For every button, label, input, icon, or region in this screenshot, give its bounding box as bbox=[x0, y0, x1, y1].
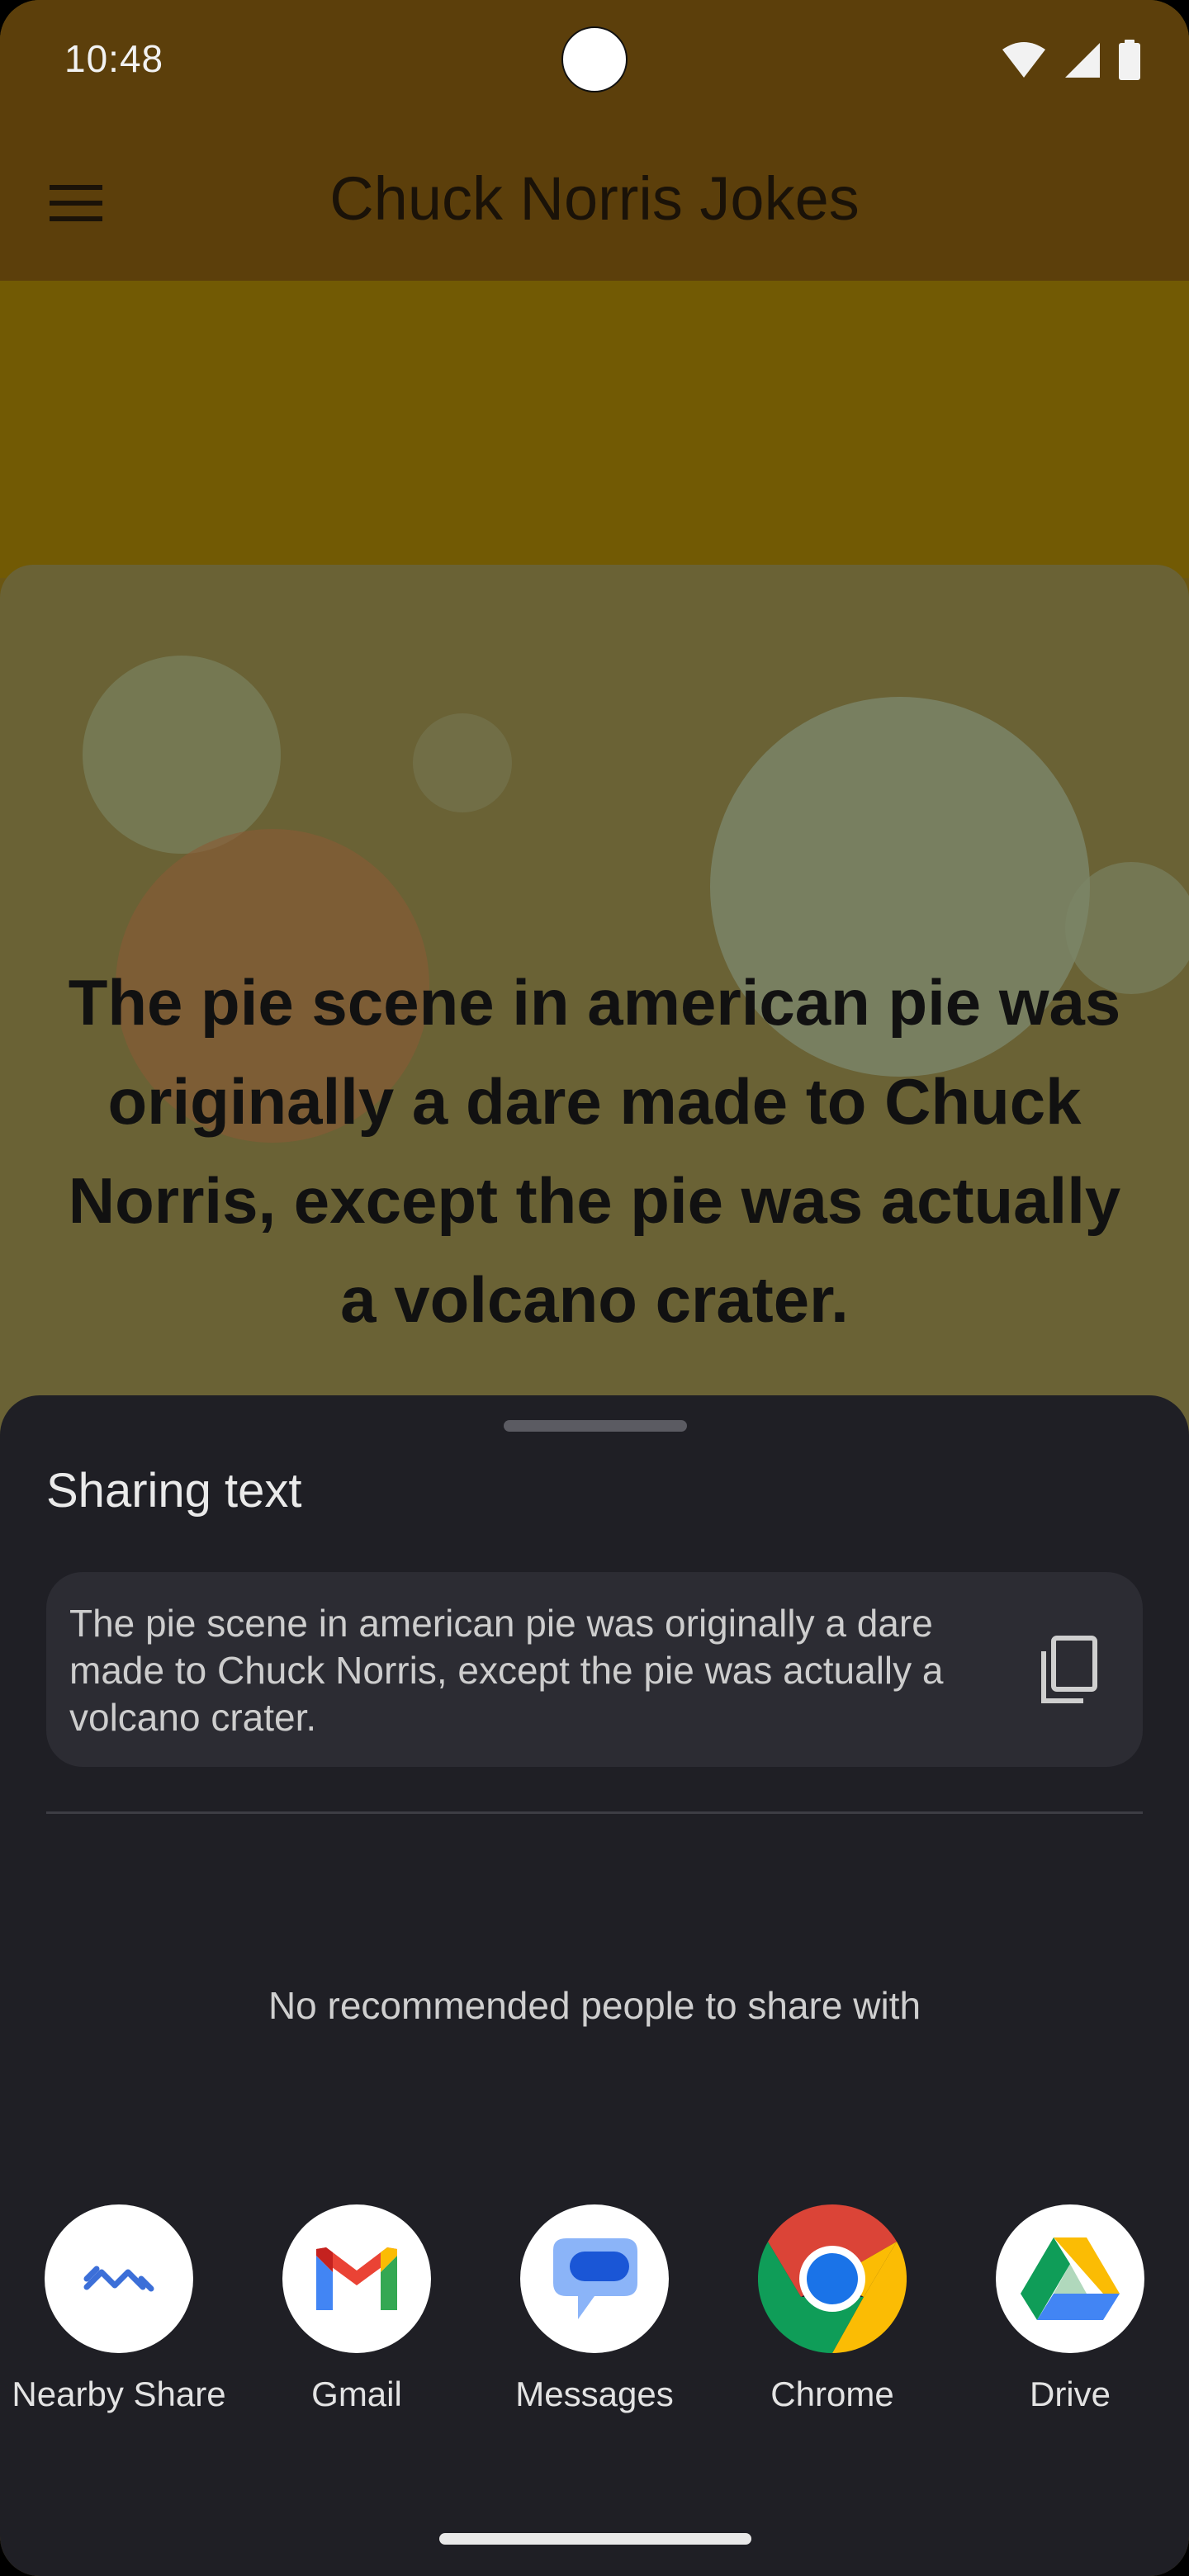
app-label: Drive bbox=[1029, 2375, 1111, 2413]
app-messages[interactable]: Messages bbox=[487, 2204, 702, 2414]
app-drive[interactable]: Drive bbox=[963, 2204, 1177, 2414]
gmail-icon bbox=[282, 2204, 431, 2353]
status-time: 10:48 bbox=[64, 37, 164, 80]
app-label: Messages bbox=[515, 2375, 674, 2413]
screen: 10:48 Chuck Norris Jokes The pie scene i… bbox=[0, 0, 1189, 2576]
status-icons bbox=[1001, 40, 1141, 81]
sheet-title: Sharing text bbox=[46, 1464, 302, 1518]
app-label: Chrome bbox=[770, 2375, 894, 2413]
app-label: Gmail bbox=[311, 2375, 402, 2413]
app-bar: Chuck Norris Jokes bbox=[0, 124, 1189, 281]
chrome-icon bbox=[758, 2204, 907, 2353]
divider bbox=[46, 1811, 1143, 1814]
preview-text: The pie scene in american pie was origin… bbox=[69, 1602, 944, 1739]
app-label: Nearby Share bbox=[12, 2375, 226, 2413]
share-sheet: Sharing text The pie scene in american p… bbox=[0, 1395, 1189, 2576]
messages-icon bbox=[520, 2204, 669, 2353]
joke-card: The pie scene in american pie was origin… bbox=[0, 565, 1189, 1473]
app-chrome[interactable]: Chrome bbox=[725, 2204, 940, 2414]
status-bar: 10:48 bbox=[0, 0, 1189, 124]
share-app-row: Nearby Share Gmail Messages Chrome Drive bbox=[0, 2204, 1189, 2419]
no-recommended-people-text: No recommended people to share with bbox=[268, 1984, 921, 2027]
copy-icon[interactable] bbox=[1029, 1630, 1108, 1709]
cellular-signal-icon bbox=[1065, 43, 1100, 78]
drive-icon bbox=[996, 2204, 1144, 2353]
share-preview: The pie scene in american pie was origin… bbox=[46, 1572, 1143, 1767]
app-nearby-share[interactable]: Nearby Share bbox=[12, 2204, 226, 2414]
decorative-bubble bbox=[83, 656, 281, 854]
header-band bbox=[0, 281, 1189, 578]
joke-text: The pie scene in american pie was origin… bbox=[68, 966, 1121, 1336]
nearby-share-icon bbox=[45, 2204, 193, 2353]
page-title: Chuck Norris Jokes bbox=[329, 164, 860, 233]
camera-cutout bbox=[561, 26, 628, 92]
home-indicator[interactable] bbox=[439, 2533, 751, 2545]
battery-icon bbox=[1119, 40, 1140, 80]
decorative-bubble bbox=[413, 713, 512, 812]
wifi-icon bbox=[1002, 42, 1045, 78]
drag-handle[interactable] bbox=[504, 1420, 687, 1432]
app-gmail[interactable]: Gmail bbox=[249, 2204, 464, 2414]
